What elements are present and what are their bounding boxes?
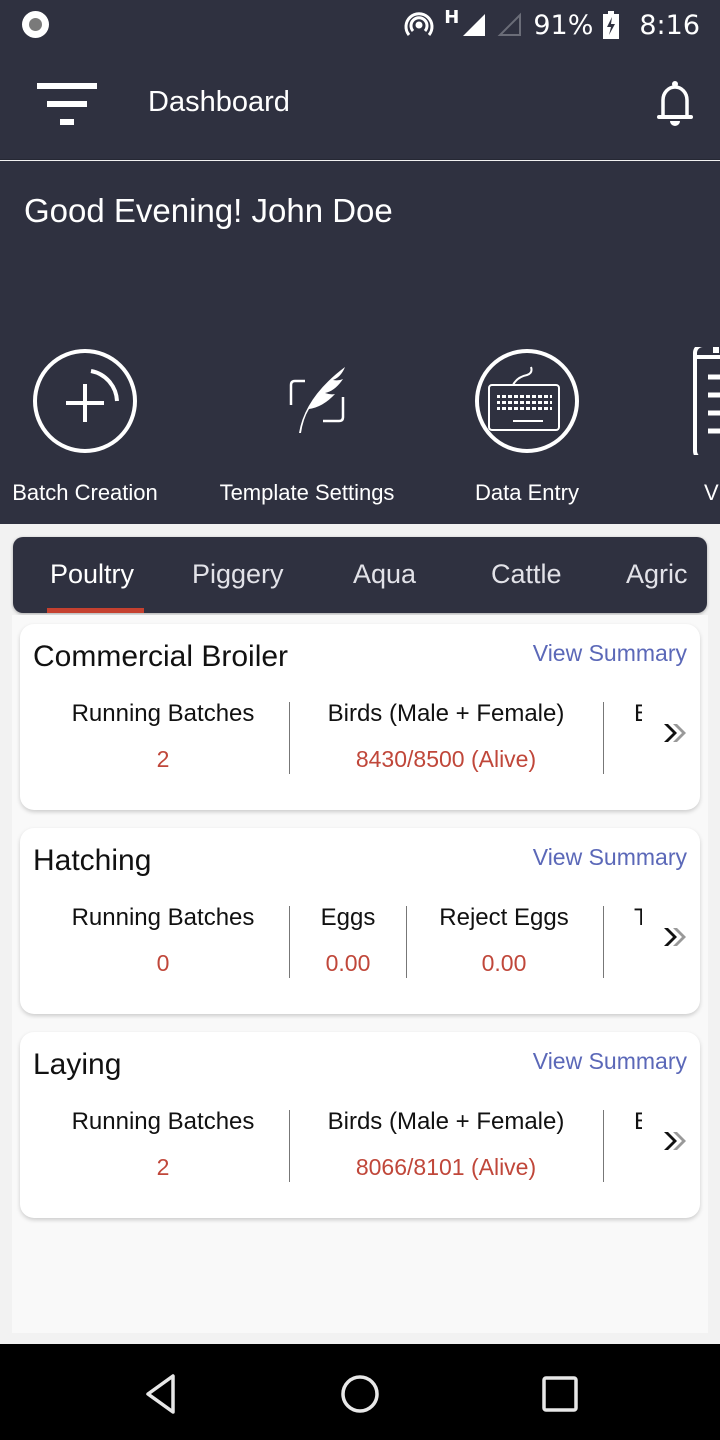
metric-label: Eggs <box>320 904 376 931</box>
tab-cattle[interactable]: Cattle <box>491 559 562 590</box>
double-chevron-right-icon[interactable] <box>662 926 688 948</box>
home-icon[interactable] <box>338 1372 382 1416</box>
metric-running-batches: Running Batches 2 <box>50 700 276 773</box>
metric-running-batches: Running Batches 2 <box>50 1108 276 1181</box>
category-tabs: Poultry Piggery Aqua Cattle Agric <box>13 537 707 613</box>
greeting-text: Good Evening! John Doe <box>24 192 393 229</box>
divider <box>289 1110 290 1182</box>
metric-birds: Birds (Male + Female) 8066/8101 (Alive) <box>300 1108 592 1181</box>
clipped-metric-label: E <box>634 700 642 728</box>
recents-icon[interactable] <box>538 1372 582 1416</box>
clipped-metric-label: E <box>634 1108 642 1136</box>
quick-action-view[interactable]: V <box>660 339 720 506</box>
metric-value: 2 <box>156 1154 170 1180</box>
double-chevron-right-icon[interactable] <box>662 722 688 744</box>
keyboard-icon <box>475 349 579 453</box>
signal-empty-icon <box>497 12 522 36</box>
divider <box>289 906 290 978</box>
tab-piggery[interactable]: Piggery <box>192 559 284 590</box>
quick-action-template-settings[interactable]: Template Settings <box>217 347 397 506</box>
double-chevron-right-icon[interactable] <box>662 1130 688 1152</box>
metric-value: 8430/8500 (Alive) <box>355 746 537 772</box>
divider <box>289 702 290 774</box>
status-bar: H 91% 8:16 <box>0 0 720 50</box>
metric-eggs: Eggs 0.00 <box>300 904 396 977</box>
bell-icon[interactable] <box>654 80 696 128</box>
tab-aqua[interactable]: Aqua <box>353 559 416 590</box>
active-tab-indicator <box>47 608 144 613</box>
quick-action-batch-creation[interactable]: Batch Creation <box>0 347 175 506</box>
app-bar: Dashboard <box>0 50 720 160</box>
clock: 8:16 <box>639 9 700 41</box>
network-type: H <box>444 6 460 28</box>
view-summary-link[interactable]: View Summary <box>533 1048 687 1075</box>
metric-label: Running Batches <box>71 904 255 931</box>
metric-label: Reject Eggs <box>439 904 569 931</box>
quick-action-label: V <box>704 480 719 505</box>
divider <box>603 906 604 978</box>
back-icon[interactable] <box>140 1372 184 1416</box>
filter-menu-icon[interactable] <box>36 83 98 127</box>
metric-label: Birds (Male + Female) <box>327 1108 565 1135</box>
card-commercial-broiler: Commercial Broiler View Summary Running … <box>20 624 700 810</box>
metric-value: 8066/8101 (Alive) <box>355 1154 537 1180</box>
screen-record-icon <box>22 11 49 38</box>
metric-value: 0.00 <box>481 950 527 976</box>
tab-agriculture[interactable]: Agric <box>626 559 696 590</box>
metric-value: 0 <box>156 950 170 976</box>
metric-label: Running Batches <box>71 1108 255 1135</box>
metric-label: Running Batches <box>71 700 255 727</box>
tab-poultry[interactable]: Poultry <box>50 559 134 590</box>
clipped-metric-label: T <box>634 904 642 931</box>
metric-reject-eggs: Reject Eggs 0.00 <box>418 904 590 977</box>
card-title: Commercial Broiler <box>33 640 289 673</box>
metric-running-batches: Running Batches 0 <box>50 904 276 977</box>
quick-action-label: Template Settings <box>219 480 395 505</box>
card-laying: Laying View Summary Running Batches 2 Bi… <box>20 1032 700 1218</box>
divider <box>603 702 604 774</box>
divider <box>603 1110 604 1182</box>
hero-section: Good Evening! John Doe Batch Creation Te… <box>0 161 720 524</box>
card-hatching: Hatching View Summary Running Batches 0 … <box>20 828 700 1014</box>
metric-label: Birds (Male + Female) <box>327 700 565 727</box>
card-title: Laying <box>33 1048 122 1081</box>
battery-percent: 91% <box>533 9 594 41</box>
battery-charging-icon <box>603 11 620 39</box>
view-summary-link[interactable]: View Summary <box>533 844 687 871</box>
feather-icon <box>289 367 345 433</box>
metric-value: 2 <box>156 746 170 772</box>
metric-birds: Birds (Male + Female) 8430/8500 (Alive) <box>300 700 592 773</box>
metric-value: 0.00 <box>325 950 371 976</box>
system-nav-bar <box>0 1344 720 1440</box>
quick-action-data-entry[interactable]: Data Entry <box>437 347 617 506</box>
quick-action-label: Batch Creation <box>12 480 158 505</box>
clipboard-icon <box>693 339 720 461</box>
view-summary-link[interactable]: View Summary <box>533 640 687 667</box>
signal-full-icon <box>463 14 486 36</box>
add-circle-icon <box>33 349 137 453</box>
quick-action-label: Data Entry <box>475 480 579 505</box>
card-title: Hatching <box>33 844 152 877</box>
divider <box>406 906 407 978</box>
page-title: Dashboard <box>148 86 290 118</box>
hotspot-icon <box>404 12 434 36</box>
